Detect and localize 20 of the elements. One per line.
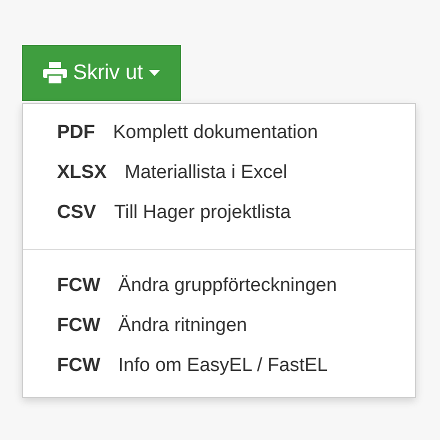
format-label: FCW — [57, 275, 100, 297]
format-label: XLSX — [57, 162, 107, 184]
format-label: FCW — [57, 315, 100, 337]
item-label: Ändra ritningen — [118, 315, 248, 337]
item-label: Till Hager projektlista — [114, 202, 291, 224]
menu-item[interactable]: FCW Ändra gruppförteckningen — [23, 266, 415, 306]
format-label: CSV — [57, 202, 96, 224]
item-label: Komplett dokumentation — [113, 122, 318, 144]
item-label: Info om EasyEL / FastEL — [118, 355, 328, 377]
menu-item[interactable]: CSV Till Hager projektlista — [23, 193, 415, 233]
menu-item[interactable]: XLSX Materiallista i Excel — [23, 153, 415, 193]
menu-item[interactable]: FCW Ändra ritningen — [23, 306, 415, 346]
format-label: PDF — [57, 122, 95, 144]
item-label: Materiallista i Excel — [124, 162, 288, 184]
printer-icon — [43, 62, 67, 84]
caret-icon — [149, 70, 160, 76]
item-label: Ändra gruppförteckningen — [118, 275, 337, 297]
menu-item[interactable]: FCW Info om EasyEL / FastEL — [23, 346, 415, 386]
menu-item[interactable]: PDF Komplett dokumentation — [23, 113, 415, 153]
format-label: FCW — [57, 355, 100, 377]
